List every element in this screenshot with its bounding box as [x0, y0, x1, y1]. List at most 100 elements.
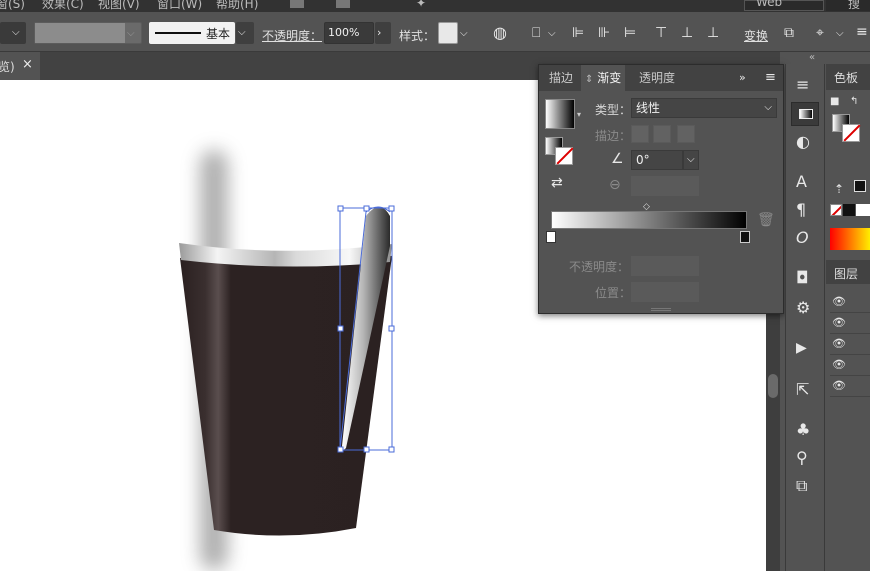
gear-icon[interactable]: ⚙	[796, 300, 810, 316]
artboards-icon[interactable]: ⧉	[796, 478, 807, 494]
paragraph-icon[interactable]: ¶	[796, 202, 806, 218]
opacity-arrow-button[interactable]: ›	[375, 22, 391, 44]
opacity-label[interactable]: 不透明度：	[262, 27, 322, 44]
reverse-gradient-icon[interactable]: ⇄	[551, 175, 563, 191]
align-right-icon[interactable]: ⊨	[624, 25, 636, 41]
tab-stroke[interactable]: 描边	[543, 65, 579, 91]
expand-icon[interactable]: »	[739, 70, 746, 86]
opentype-icon[interactable]: O	[796, 230, 809, 246]
chevron-down-icon[interactable]: ▾	[577, 107, 581, 123]
recolor-artwork-icon[interactable]: ◍	[493, 25, 507, 41]
gradient-type-select[interactable]: 线性 ⌵	[631, 98, 777, 118]
angle-input[interactable]: 0°	[631, 150, 683, 170]
control-bar: ⌵ ⌵ 基本 ⌵ 不透明度： 100% › 样式： ⌵ ◍ ⎕ ⌵ ⊫ ⊪ ⊨ …	[0, 12, 870, 52]
isolate-icon[interactable]: ⧉	[784, 25, 794, 41]
menu-item-window[interactable]: 窗(S)	[0, 0, 25, 12]
style-label: 样式：	[399, 29, 436, 43]
delete-stop-icon[interactable]: 🗑	[757, 212, 775, 228]
chevron-down-icon[interactable]: ⌵	[548, 26, 556, 42]
gradient-panel: 描边 ⇕ 渐变 透明度 » ≡ ▾ ⇄ 类型： 线性 ⌵ 描边： ∠ 0° ⌵ …	[538, 64, 784, 314]
swap-colors-icon[interactable]: ↰	[850, 94, 858, 110]
gradient-preview-swatch[interactable]	[545, 99, 575, 129]
stroke-gradient-along-icon[interactable]	[653, 125, 671, 143]
stop-position-input[interactable]	[631, 282, 699, 302]
gradient-slider[interactable]	[551, 211, 747, 229]
character-icon[interactable]: A	[796, 174, 807, 190]
opacity-input[interactable]: 100%	[324, 22, 374, 44]
layer-row[interactable]: 👁	[830, 313, 870, 334]
stroke-swatch[interactable]	[555, 147, 574, 165]
white-color-swatch[interactable]	[856, 204, 870, 216]
default-colors-icon[interactable]: ■	[830, 94, 839, 110]
tab-gradient[interactable]: ⇕ 渐变	[581, 65, 626, 91]
eye-icon[interactable]: 👁	[832, 357, 846, 373]
menu-item-effect[interactable]: 效果(C)	[42, 0, 84, 12]
eye-icon[interactable]: 👁	[832, 378, 846, 394]
symbols-icon[interactable]: ♣	[796, 422, 810, 438]
eye-icon[interactable]: 👁	[832, 294, 846, 310]
none-swatch[interactable]	[830, 204, 842, 216]
fill-dropdown[interactable]: ⌵	[0, 22, 26, 44]
gradient-panel-button[interactable]	[791, 102, 819, 126]
menu-item-help[interactable]: 帮助(H)	[216, 0, 258, 12]
panel-menu-icon[interactable]: ≡	[856, 24, 868, 40]
document-tab[interactable]: 览) ×	[0, 52, 40, 80]
tab-transparency[interactable]: 透明度	[633, 65, 681, 91]
resize-grip-icon[interactable]	[651, 308, 671, 311]
stop-opacity-input[interactable]	[631, 256, 699, 276]
search-placeholder[interactable]: 搜索	[848, 0, 870, 12]
tree-icon[interactable]: ⚲	[796, 450, 808, 466]
align-top-icon[interactable]: ⊤	[655, 25, 667, 41]
stroke-weight-field[interactable]: ⌵	[34, 22, 142, 44]
right-panel-dock: 色板 ■ ↰ ⇡ 图层 👁 👁 👁 👁 👁	[826, 64, 870, 571]
align-vcenter-icon[interactable]: ⊥	[681, 25, 693, 41]
tab-layers[interactable]: 图层	[834, 265, 858, 282]
menu-item-view[interactable]: 视图(V)	[98, 0, 140, 12]
angle-dropdown[interactable]: ⌵	[683, 150, 699, 170]
workspace-label[interactable]: Web	[756, 0, 782, 9]
stroke-gradient-across-icon[interactable]	[677, 125, 695, 143]
color-stop-right[interactable]	[740, 231, 750, 243]
puppet-warp-icon[interactable]: ⌖	[816, 25, 824, 41]
chevron-down-icon[interactable]: ⌵	[836, 26, 844, 42]
stroke-profile-select[interactable]: 基本	[149, 22, 235, 44]
black-swatch[interactable]	[854, 180, 866, 192]
transparency-icon[interactable]: ◐	[796, 134, 810, 150]
align-bottom-icon[interactable]: ⊥	[707, 25, 719, 41]
stroke-color-swatch[interactable]	[842, 124, 861, 142]
chevron-down-icon: ⌵	[238, 27, 246, 38]
libraries-icon[interactable]: ◘	[796, 270, 809, 286]
align-left-icon[interactable]: ⊫	[572, 25, 584, 41]
layer-row[interactable]: 👁	[830, 355, 870, 376]
tab-swatches[interactable]: 色板	[834, 69, 858, 86]
menu-item-window2[interactable]: 窗口(W)	[157, 0, 202, 12]
gpu-icon[interactable]: ✦	[416, 0, 426, 10]
layer-row[interactable]: 👁	[830, 334, 870, 355]
aspect-ratio-input[interactable]	[631, 176, 699, 196]
stop-opacity-label: 不透明度：	[569, 260, 630, 274]
eye-icon[interactable]: 👁	[832, 336, 846, 352]
scroll-thumb[interactable]	[768, 374, 778, 398]
export-icon[interactable]: ⇱	[796, 382, 809, 398]
layer-row[interactable]: 👁	[830, 292, 870, 313]
align-to-selection-icon[interactable]: ⎕	[532, 25, 540, 41]
layer-row[interactable]: 👁	[830, 376, 870, 397]
panel-menu-icon[interactable]: ≡	[765, 70, 776, 86]
play-icon[interactable]: ▶	[796, 340, 807, 356]
stroke-gradient-within-icon[interactable]	[631, 125, 649, 143]
stock-icon[interactable]	[336, 0, 350, 8]
collapse-panels-icon[interactable]: «	[809, 52, 815, 63]
close-tab-icon[interactable]: ×	[22, 57, 33, 72]
eye-icon[interactable]: 👁	[832, 315, 846, 331]
chevron-down-icon[interactable]: ⌵	[460, 26, 468, 42]
arrow-up-icon[interactable]: ⇡	[834, 181, 844, 197]
stroke-profile-dropdown[interactable]: ⌵	[236, 22, 254, 44]
align-hcenter-icon[interactable]: ⊪	[598, 25, 610, 41]
bridge-icon[interactable]	[290, 0, 304, 8]
color-spectrum[interactable]	[830, 228, 870, 250]
transform-label[interactable]: 变换	[744, 27, 768, 44]
black-color-swatch[interactable]	[843, 204, 855, 216]
graphic-style-swatch[interactable]	[438, 22, 458, 44]
hamburger-icon[interactable]: ≡	[796, 77, 809, 93]
color-stop-left[interactable]	[546, 231, 556, 243]
